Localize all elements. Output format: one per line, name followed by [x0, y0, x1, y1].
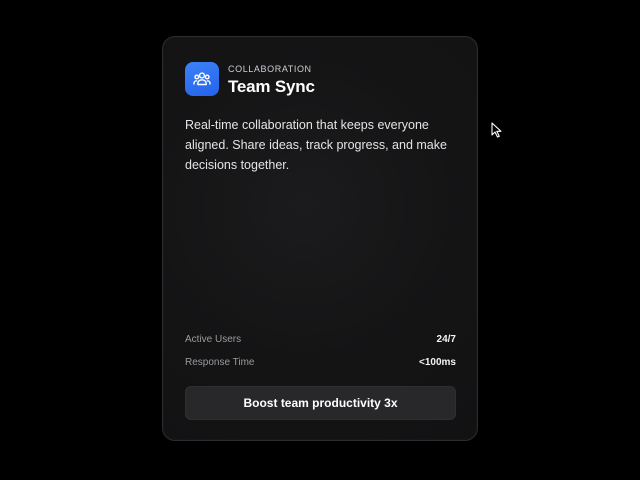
mouse-cursor-icon: [491, 122, 503, 138]
feature-card: COLLABORATION Team Sync Real-time collab…: [162, 36, 478, 441]
stat-value: 24/7: [436, 333, 456, 345]
stat-value: <100ms: [419, 356, 456, 368]
card-category: COLLABORATION: [228, 64, 312, 74]
card-title: Team Sync: [228, 77, 315, 96]
stat-row-active-users: Active Users 24/7: [185, 331, 456, 347]
stat-row-response-time: Response Time <100ms: [185, 354, 456, 370]
stat-label: Response Time: [185, 356, 255, 368]
stat-label: Active Users: [185, 333, 242, 345]
card-description: Real-time collaboration that keeps every…: [185, 118, 447, 172]
boost-productivity-button[interactable]: Boost team productivity 3x: [185, 386, 456, 420]
team-users-icon: [185, 62, 219, 96]
